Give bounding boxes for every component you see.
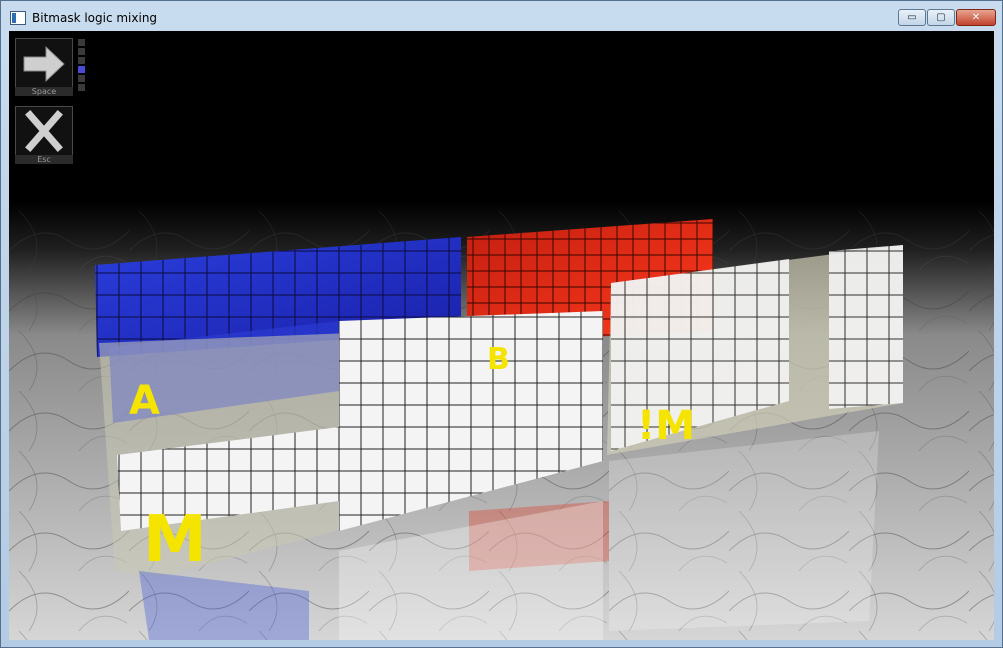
mode-dot [78,84,85,91]
mode-dot [78,75,85,82]
panel-not-m-label: !M [637,403,695,449]
title-bar[interactable]: Bitmask logic mixing ▭ ▢ ✕ [1,1,1002,31]
app-icon [10,11,26,25]
mode-dot [78,39,85,46]
space-button-label: Space [15,87,73,96]
mode-dot-active [78,66,85,73]
esc-button-label: Esc [15,155,73,164]
minimize-button[interactable]: ▭ [898,9,926,26]
panel-not-m-grid-right [829,245,903,409]
panel-m-label: M [143,503,207,577]
arrow-right-icon [23,45,65,83]
close-x-icon [25,110,63,152]
window-title: Bitmask logic mixing [32,11,158,25]
reflection-not-m [609,431,879,631]
mode-dot [78,48,85,55]
3d-scene: A B M !M [9,31,994,640]
mode-dot [78,57,85,64]
panel-b-label: B [487,342,510,377]
app-window: Bitmask logic mixing ▭ ▢ ✕ A B M !M Spac… [0,0,1003,648]
mode-indicator [78,39,85,93]
maximize-button[interactable]: ▢ [927,9,955,26]
close-button[interactable]: ✕ [956,9,996,26]
render-viewport[interactable]: A B M !M Space Esc [9,31,994,640]
panel-a-label: A [129,378,160,424]
